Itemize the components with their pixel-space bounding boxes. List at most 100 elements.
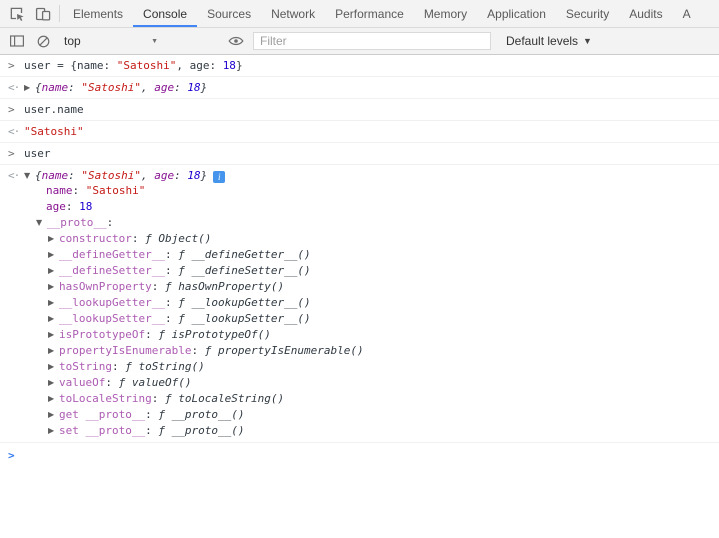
console-entry-result: <·"Satoshi" [0, 121, 719, 143]
console-text: toString: ƒ toString() [59, 360, 205, 373]
tab-security[interactable]: Security [556, 0, 619, 27]
seg-fn: ƒ __defineGetter__() [178, 248, 310, 261]
console-text: get __proto__: ƒ __proto__() [59, 408, 244, 421]
twisty-closed-icon[interactable]: ▶ [48, 231, 59, 247]
console-sidebar-toggle-button[interactable] [4, 33, 30, 49]
twisty-closed-icon[interactable]: ▶ [48, 247, 59, 263]
seg-dimkey: __proto__ [47, 216, 107, 229]
seg-plain: : [112, 360, 125, 373]
seg-number: 18 [187, 169, 200, 182]
seg-plain: } [201, 81, 208, 94]
result-marker-icon: <· [8, 169, 24, 183]
console-toolbar: top ▼ Default levels ▼ [0, 28, 719, 55]
tab-audits[interactable]: Audits [619, 0, 672, 27]
prompt-marker-icon: > [8, 449, 24, 463]
seg-dimkey: isPrototypeOf [59, 328, 145, 341]
twisty-closed-icon[interactable]: ▶ [48, 295, 59, 311]
result-marker-icon: <· [8, 81, 24, 95]
twisty-closed-icon[interactable]: ▶ [48, 343, 59, 359]
seg-fn: ƒ __lookupGetter__() [178, 296, 310, 309]
seg-plain: : [165, 264, 178, 277]
tree-row: ▶propertyIsEnumerable: ƒ propertyIsEnume… [0, 343, 719, 359]
seg-dimkey: toString [59, 360, 112, 373]
console-entry-input: >user [0, 143, 719, 165]
tree-row: ▶__defineGetter__: ƒ __defineGetter__() [0, 247, 719, 263]
seg-plain: : [191, 344, 204, 357]
seg-dimkey: constructor [59, 232, 132, 245]
twisty-closed-icon[interactable]: ▶ [24, 81, 35, 95]
tab-strip: ElementsConsoleSourcesNetworkPerformance… [63, 0, 719, 27]
filter-input[interactable] [253, 32, 491, 50]
seg-dimkey: valueOf [59, 376, 105, 389]
console-entry-input: >user = {name: "Satoshi", age: 18} [0, 55, 719, 77]
tree-row: ▶hasOwnProperty: ƒ hasOwnProperty() [0, 279, 719, 295]
seg-plain: : [66, 200, 79, 213]
twisty-open-icon[interactable]: ▼ [24, 169, 35, 183]
twisty-closed-icon[interactable]: ▶ [48, 407, 59, 423]
console-input[interactable]: > [0, 443, 719, 466]
input-marker-icon: > [8, 103, 24, 117]
seg-fn: ƒ __lookupSetter__() [178, 312, 310, 325]
seg-plain: , [141, 169, 154, 182]
console-row: >user [0, 147, 719, 161]
twisty-closed-icon[interactable]: ▶ [48, 311, 59, 327]
console-row: >user.name [0, 103, 719, 117]
sidebar-icon [9, 33, 25, 49]
console-entry-result: <·▶{name: "Satoshi", age: 18} [0, 77, 719, 99]
console-entry-result: <·▼{name: "Satoshi", age: 18}iname: "Sat… [0, 165, 719, 443]
twisty-closed-icon[interactable]: ▶ [48, 327, 59, 343]
seg-plain: : [174, 169, 187, 182]
device-toolbar-button[interactable] [30, 0, 56, 27]
tab-application[interactable]: Application [477, 0, 556, 27]
seg-dimkey: __lookupSetter__ [59, 312, 165, 325]
console-text: hasOwnProperty: ƒ hasOwnProperty() [59, 280, 284, 293]
seg-plain: user = {name: [24, 59, 117, 72]
console-text: "Satoshi" [24, 125, 84, 138]
twisty-closed-icon[interactable]: ▶ [48, 423, 59, 439]
twisty-closed-icon[interactable]: ▶ [48, 375, 59, 391]
seg-dimkey: __defineGetter__ [59, 248, 165, 261]
info-icon[interactable]: i [213, 171, 225, 183]
tree-row: ▶__lookupGetter__: ƒ __lookupGetter__() [0, 295, 719, 311]
seg-string: "Satoshi" [24, 125, 84, 138]
eye-icon [228, 33, 244, 49]
tab-console[interactable]: Console [133, 0, 197, 27]
seg-dimkey: propertyIsEnumerable [59, 344, 191, 357]
seg-plain: : [165, 248, 178, 261]
inspect-element-button[interactable] [4, 0, 30, 27]
tab-a[interactable]: A [673, 0, 701, 27]
twisty-closed-icon[interactable]: ▶ [48, 263, 59, 279]
seg-fn: ƒ hasOwnProperty() [165, 280, 284, 293]
log-levels-dropdown[interactable]: Default levels ▼ [506, 34, 592, 48]
tab-sources[interactable]: Sources [197, 0, 261, 27]
twisty-open-icon[interactable]: ▼ [36, 215, 47, 231]
tab-elements[interactable]: Elements [63, 0, 133, 27]
execution-context-label: top [64, 34, 81, 48]
seg-fn: ƒ valueOf() [119, 376, 192, 389]
seg-plain: , age: [176, 59, 222, 72]
console-text: __lookupSetter__: ƒ __lookupSetter__() [59, 312, 311, 325]
tab-network[interactable]: Network [261, 0, 325, 27]
console-row: > [0, 449, 719, 463]
seg-plain: : [105, 376, 118, 389]
tree-row: ▶toString: ƒ toString() [0, 359, 719, 375]
tree-row: ▶constructor: ƒ Object() [0, 231, 719, 247]
seg-string: "Satoshi" [86, 184, 146, 197]
seg-fn: ƒ __defineSetter__() [178, 264, 310, 277]
tab-performance[interactable]: Performance [325, 0, 414, 27]
tree-row: name: "Satoshi" [0, 183, 719, 199]
tree-row: ▶__defineSetter__: ƒ __defineSetter__() [0, 263, 719, 279]
tab-memory[interactable]: Memory [414, 0, 477, 27]
twisty-closed-icon[interactable]: ▶ [48, 391, 59, 407]
execution-context-selector[interactable]: top ▼ [64, 34, 158, 48]
twisty-closed-icon[interactable]: ▶ [48, 359, 59, 375]
tree-row: ▶get __proto__: ƒ __proto__() [0, 407, 719, 423]
console-messages[interactable]: >user = {name: "Satoshi", age: 18}<·▶{na… [0, 55, 719, 538]
console-text: __defineSetter__: ƒ __defineSetter__() [59, 264, 311, 277]
console-text: __lookupGetter__: ƒ __lookupGetter__() [59, 296, 311, 309]
twisty-closed-icon[interactable]: ▶ [48, 279, 59, 295]
seg-number: 18 [79, 200, 92, 213]
clear-console-button[interactable] [30, 34, 56, 49]
live-expression-button[interactable] [223, 33, 249, 49]
seg-plain: { [35, 81, 42, 94]
